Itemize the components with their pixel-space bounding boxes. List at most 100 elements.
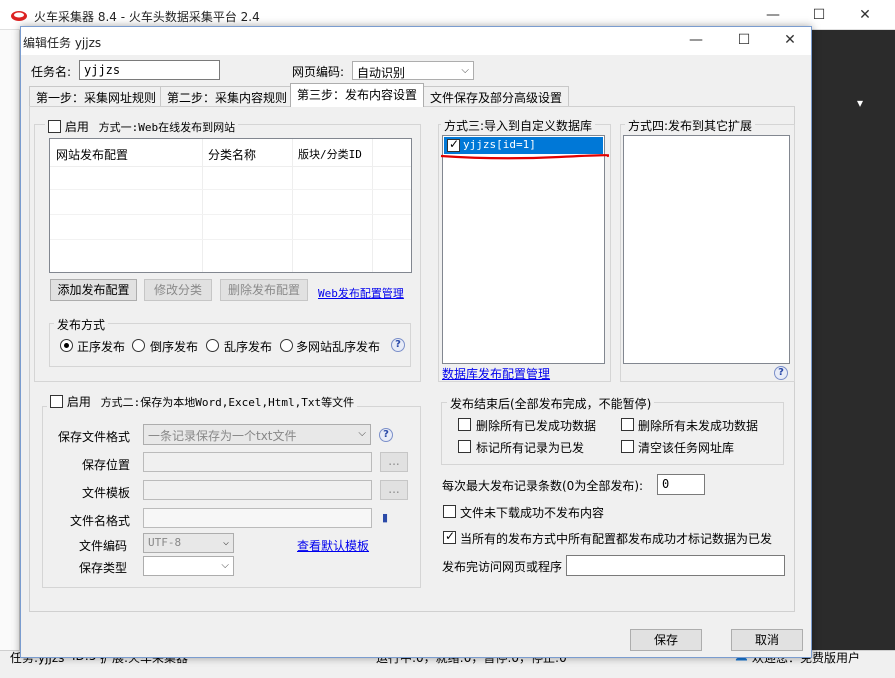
after-publish-option: 删除所有未发成功数据 [638,419,759,433]
encoding-select[interactable]: 自动识别 ⌵ [352,61,474,80]
chevron-down-icon: ⌵ [221,560,229,571]
dialog-minimize-button[interactable]: — [673,25,719,55]
mark-published-checkbox[interactable] [443,529,456,544]
row-divider [50,239,411,240]
view-default-template-link[interactable]: 查看默认模板 [297,537,369,554]
mode-radio-ordered[interactable] [60,339,73,352]
column-divider [292,139,293,272]
mode-label: 多网站乱序发布 [296,340,381,354]
save-button[interactable]: 保存 [630,629,702,651]
after-publish-option: 标记所有记录为已发 [476,441,585,455]
red-annotation-underline [440,154,609,160]
after-visit-input[interactable] [566,555,785,576]
tab-step1[interactable]: 第一步：采集网址规则 [29,86,164,106]
dialog-title: 编辑任务 yjjzs [23,36,102,50]
delete-unsent-checkbox[interactable] [621,418,634,431]
mode-radio-multi-random[interactable] [280,339,293,352]
method2-header: 启用 方式二:保存为本地Word,Excel,Html,Txt等文件 [47,393,358,410]
chevron-down-icon: ⌵ [222,537,229,548]
mode-label: 倒序发布 [150,340,199,354]
encoding-select-value: 自动识别 [357,66,406,80]
app-right-panel: ▾ [812,30,895,650]
tab-step2[interactable]: 第二步：采集内容规则 [160,86,295,106]
method1-title: 方式一:Web在线发布到网站 [98,121,236,134]
file-template-label: 文件模板 [82,486,131,500]
add-publish-config-button[interactable]: 添加发布配置 [50,279,137,301]
after-visit-label: 发布完访问网页或程序 [442,560,563,574]
column-header: 分类名称 [208,148,257,162]
cancel-button[interactable]: 取消 [731,629,803,651]
help-icon[interactable]: ? [391,338,405,352]
save-format-select[interactable]: 一条记录保存为一个txt文件 ⌵ [143,424,371,445]
method1-enable-label: 启用 [64,120,89,134]
browse-template-button[interactable]: ... [380,480,408,500]
dialog-close-button[interactable]: ✕ [767,25,813,55]
browse-location-button[interactable]: ... [380,452,408,472]
mark-all-sent-checkbox[interactable] [458,440,471,453]
file-encoding-value: UTF-8 [148,536,182,549]
chevron-down-icon: ⌵ [358,428,366,439]
filename-format-label: 文件名格式 [70,514,131,528]
chevron-down-icon: ⌵ [461,65,469,76]
method2-enable-checkbox[interactable] [50,395,63,408]
database-config-list[interactable]: yjjzs[id=1] [442,135,605,364]
method1-header: 启用 方式一:Web在线发布到网站 [45,118,239,135]
delete-publish-config-button[interactable]: 删除发布配置 [220,279,308,301]
row-divider [50,189,411,190]
save-location-label: 保存位置 [82,458,131,472]
method1-enable-checkbox[interactable] [48,120,61,133]
method2-title: 方式二:保存为本地Word,Excel,Html,Txt等文件 [100,396,355,409]
tab-file-save[interactable]: 文件保存及部分高级设置 [423,86,570,106]
method3-title: 方式三:导入到自定义数据库 [441,117,596,134]
column-header: 版块/分类ID [298,148,362,161]
encoding-label: 网页编码: [292,65,345,79]
mode-radio-random[interactable] [206,339,219,352]
after-publish-option: 清空该任务网址库 [638,441,735,455]
file-encoding-label: 文件编码 [79,539,128,553]
dropdown-arrow-icon[interactable]: ▾ [857,96,863,110]
save-format-value: 一条记录保存为一个txt文件 [148,429,297,443]
web-publish-manage-link[interactable]: Web发布配置管理 [318,285,404,301]
method2-enable-label: 启用 [66,395,91,409]
delete-sent-checkbox[interactable] [458,418,471,431]
after-publish-title: 发布结束后(全部发布完成，不能暂停) [447,395,655,412]
mark-published-label: 当所有的发布方式中所有配置都发布成功才标记数据为已发 [460,532,773,546]
mode-radio-reverse[interactable] [132,339,145,352]
table-header: 网站发布配置 分类名称 版块/分类ID [50,139,411,167]
app-left-panel [0,30,20,650]
column-divider [372,139,373,272]
column-header: 网站发布配置 [56,148,129,162]
save-type-select[interactable]: ⌵ [143,556,234,576]
insert-tag-icon[interactable]: ▮ [382,511,388,524]
tab-step3[interactable]: 第三步：发布内容设置 [290,83,425,107]
clear-url-db-checkbox[interactable] [621,440,634,453]
save-format-label: 保存文件格式 [58,430,131,444]
save-type-label: 保存类型 [79,561,128,575]
dialog-maximize-button[interactable]: ☐ [721,25,767,55]
publish-mode-label: 发布方式 [54,316,109,333]
app-title: 火车采集器 8.4 - 火车头数据采集平台 2.4 [34,10,260,24]
skip-undownloaded-label: 文件未下载成功不发布内容 [460,506,605,520]
skip-undownloaded-checkbox[interactable] [443,505,456,518]
db-publish-manage-link[interactable]: 数据库发布配置管理 [442,365,550,382]
row-divider [50,214,411,215]
help-icon[interactable]: ? [379,428,393,442]
train-logo-icon [11,11,27,21]
edit-category-button[interactable]: 修改分类 [144,279,212,301]
filename-format-input[interactable] [143,508,372,528]
task-name-label: 任务名: [31,65,72,79]
edit-task-dialog: 编辑任务 yjjzs — ☐ ✕ 任务名: yjjzs 网页编码: 自动识别 ⌵… [20,26,812,658]
file-encoding-select[interactable]: UTF-8 ⌵ [143,533,234,553]
column-divider [202,139,203,272]
save-location-input[interactable] [143,452,372,472]
task-name-input[interactable]: yjjzs [79,60,220,80]
app-close-button[interactable]: ✕ [842,0,888,30]
mode-label: 乱序发布 [224,340,273,354]
extension-list[interactable] [623,135,790,364]
mode-label: 正序发布 [77,340,126,354]
help-icon[interactable]: ? [774,366,788,380]
web-publish-table[interactable]: 网站发布配置 分类名称 版块/分类ID [49,138,412,273]
file-template-input[interactable] [143,480,372,500]
method4-title: 方式四:发布到其它扩展 [625,117,756,134]
max-records-input[interactable]: 0 [657,474,705,495]
